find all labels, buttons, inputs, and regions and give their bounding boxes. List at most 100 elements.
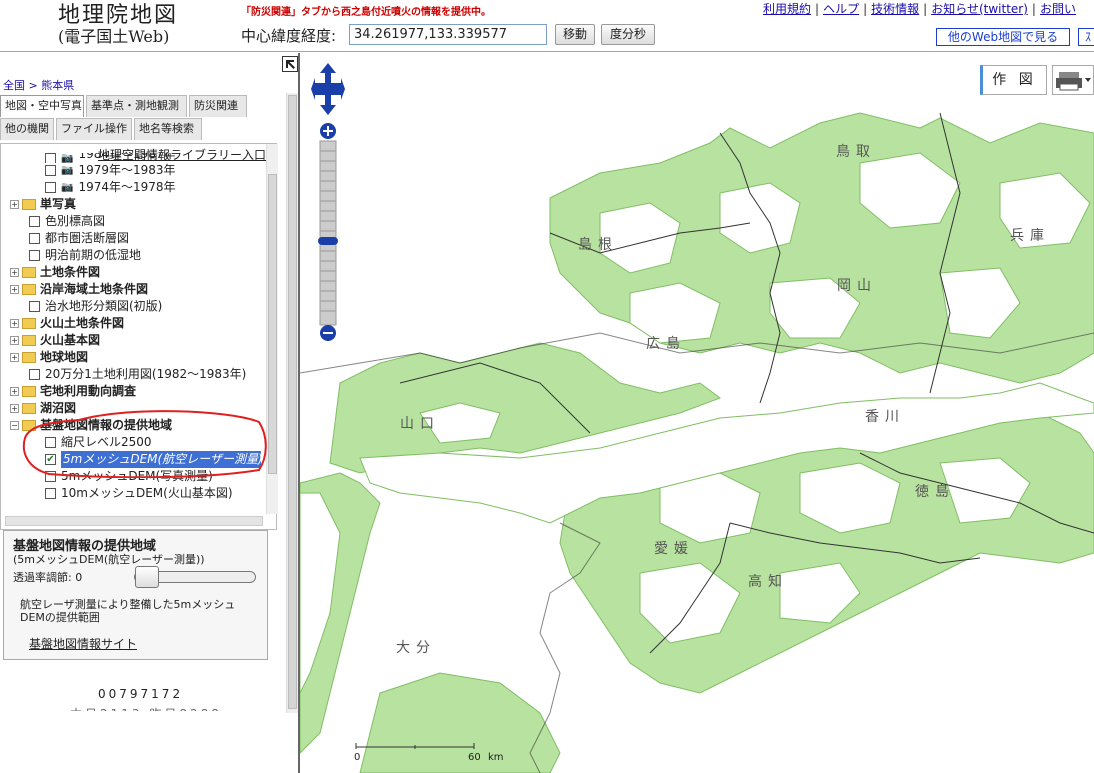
print-button[interactable]: [1052, 65, 1094, 95]
checkbox[interactable]: [45, 488, 56, 499]
collapse-sidebar-button[interactable]: [282, 56, 298, 72]
pref-label-hiroshima: 広島: [646, 336, 686, 352]
pref-label-hyogo: 兵庫: [1010, 228, 1050, 244]
tree-item[interactable]: 色別標高図: [29, 213, 105, 230]
map-view[interactable]: 鳥取 島根 岡山 兵庫 広島 山口 香川 徳島 愛媛 高知 大分 作 図 0 6…: [300, 53, 1094, 773]
draw-button[interactable]: 作 図: [980, 65, 1047, 95]
tree-item[interactable]: 明治前期の低湿地: [29, 247, 141, 264]
access-counter: 00797172: [98, 687, 184, 701]
checkbox[interactable]: [29, 301, 40, 312]
info-subtitle: (5mメッシュDEM(航空レーザー測量)): [13, 553, 205, 566]
link-news[interactable]: お知らせ(twitter): [931, 2, 1028, 16]
zoom-control[interactable]: [318, 123, 338, 343]
expand-icon[interactable]: +: [10, 319, 19, 328]
tab-geodetic[interactable]: 基準点・測地観測: [86, 95, 187, 117]
pref-label-ehime: 愛媛: [654, 541, 694, 557]
folder-icon: [22, 386, 36, 397]
expand-icon[interactable]: +: [10, 268, 19, 277]
tab-other-agencies[interactable]: 他の機関: [0, 118, 54, 140]
pref-label-oita: 大分: [396, 640, 436, 656]
link-terms[interactable]: 利用規約: [763, 2, 811, 16]
tree-folder[interactable]: + 火山基本図: [10, 332, 100, 349]
checkbox[interactable]: [29, 216, 40, 227]
checkbox[interactable]: [29, 250, 40, 261]
scale-label-km: km: [488, 752, 504, 763]
coord-input[interactable]: [349, 24, 547, 45]
link-tech[interactable]: 技術情報: [871, 2, 919, 16]
site-title[interactable]: 地理院地図: [58, 4, 178, 28]
layer-info-panel: 基盤地図情報の提供地域 (5mメッシュDEM(航空レーザー測量)) 透過率調節:…: [3, 530, 268, 660]
checkbox[interactable]: [45, 165, 56, 176]
tree-folder[interactable]: + 沿岸海域土地条件図: [10, 281, 148, 298]
other-button-partial[interactable]: ｽ: [1078, 28, 1094, 46]
expand-icon[interactable]: +: [10, 285, 19, 294]
pref-label-shimane: 島根: [578, 237, 618, 253]
tree-folder[interactable]: + 地球地図: [10, 349, 88, 366]
printer-icon: [1056, 72, 1091, 91]
site-subtitle: (電子国土Web): [58, 27, 170, 46]
other-web-map-button[interactable]: 他のWeb地図で見る: [936, 28, 1070, 46]
link-contact[interactable]: お問い: [1040, 2, 1076, 16]
opacity-label: 透過率調節: 0: [13, 571, 83, 584]
move-button[interactable]: 移動: [555, 24, 595, 45]
scale-label-60: 60: [468, 752, 481, 763]
dms-button[interactable]: 度分秒: [601, 24, 655, 45]
pan-control[interactable]: [310, 61, 346, 117]
tree-item[interactable]: 都市圏活断層図: [29, 230, 129, 247]
folder-icon: [22, 335, 36, 346]
expand-icon[interactable]: +: [10, 336, 19, 345]
pref-label-okayama: 岡山: [837, 278, 877, 294]
tree-scroll-thumb[interactable]: [268, 174, 277, 474]
tab-map-photo[interactable]: 地図・空中写真: [0, 95, 84, 117]
folder-icon: [22, 318, 36, 329]
folder-icon: [22, 199, 36, 210]
link-help[interactable]: ヘルプ: [823, 2, 859, 16]
tree-folder[interactable]: + 火山土地条件図: [10, 315, 124, 332]
tree-folder[interactable]: + 宅地利用動向調査: [10, 383, 136, 400]
tree-item[interactable]: 20万分1土地利用図(1982～1983年): [29, 366, 246, 383]
tree-item[interactable]: 治水地形分類図(初版): [29, 298, 162, 315]
tab-place-search[interactable]: 地名等検索: [134, 118, 202, 140]
red-highlight-circle: [22, 410, 267, 478]
expand-icon[interactable]: +: [10, 353, 19, 362]
layer-tree-panel: 地理空間情報ライブラリー入口 📷 1984年～1987年 📷 1979年～1983年…: [0, 143, 278, 530]
tree-item[interactable]: 10mメッシュDEM(火山基本図): [45, 485, 233, 502]
tree-folder[interactable]: + 土地条件図: [10, 264, 100, 281]
tab-disaster[interactable]: 防災関連: [189, 95, 247, 117]
sidebar-scroll-thumb[interactable]: [288, 95, 297, 709]
folder-icon: [22, 267, 36, 278]
info-site-link[interactable]: 基盤地図情報サイト: [29, 635, 137, 652]
header: 地理院地図 (電子国土Web) 「防災関連」タブから西之島付近噴火の情報を提供中…: [0, 0, 1094, 52]
pref-label-tottori: 鳥取: [836, 144, 876, 160]
pref-label-kagawa: 香川: [865, 409, 905, 425]
breadcrumb[interactable]: 全国 > 熊本県: [3, 77, 74, 93]
zoom-slider-icon: [318, 123, 338, 341]
sidebar-scrollbar[interactable]: [286, 93, 298, 713]
checkbox[interactable]: [29, 233, 40, 244]
notice-banner[interactable]: 「防災関連」タブから西之島付近噴火の情報を提供中。: [241, 3, 491, 18]
folder-icon: [22, 352, 36, 363]
folder-icon: [22, 284, 36, 295]
collapse-icon[interactable]: −: [10, 421, 19, 430]
scale-label-zero: 0: [354, 752, 361, 763]
tree-folder[interactable]: + 単写真: [10, 196, 76, 213]
expand-icon[interactable]: +: [10, 387, 19, 396]
arrow-up-left-icon: [286, 60, 295, 69]
expand-icon[interactable]: +: [10, 200, 19, 209]
checkbox[interactable]: [45, 182, 56, 193]
pref-label-tokushima: 徳島: [915, 484, 955, 500]
tree-item[interactable]: 📷 1979年～1983年: [45, 162, 176, 179]
checkbox[interactable]: [29, 369, 40, 380]
tab-file-ops[interactable]: ファイル操作: [56, 118, 132, 140]
pref-label-yamaguchi: 山口: [400, 416, 440, 432]
scale-bar: 0 60 km: [354, 741, 504, 767]
tree-hscrollbar[interactable]: [5, 516, 263, 526]
expand-icon[interactable]: +: [10, 404, 19, 413]
pan-arrows-icon: [311, 63, 345, 115]
top-links: 利用規約 | ヘルプ | 技術情報 | お知らせ(twitter) | お問い: [763, 2, 1076, 16]
opacity-slider-knob[interactable]: [135, 566, 159, 588]
tree-item[interactable]: 📷 1974年～1978年: [45, 179, 176, 196]
pref-label-kochi: 高知: [748, 574, 788, 590]
coord-label: 中心緯度経度:: [241, 27, 337, 45]
access-counter-daily: 本日2113 昨日8288: [70, 705, 222, 711]
